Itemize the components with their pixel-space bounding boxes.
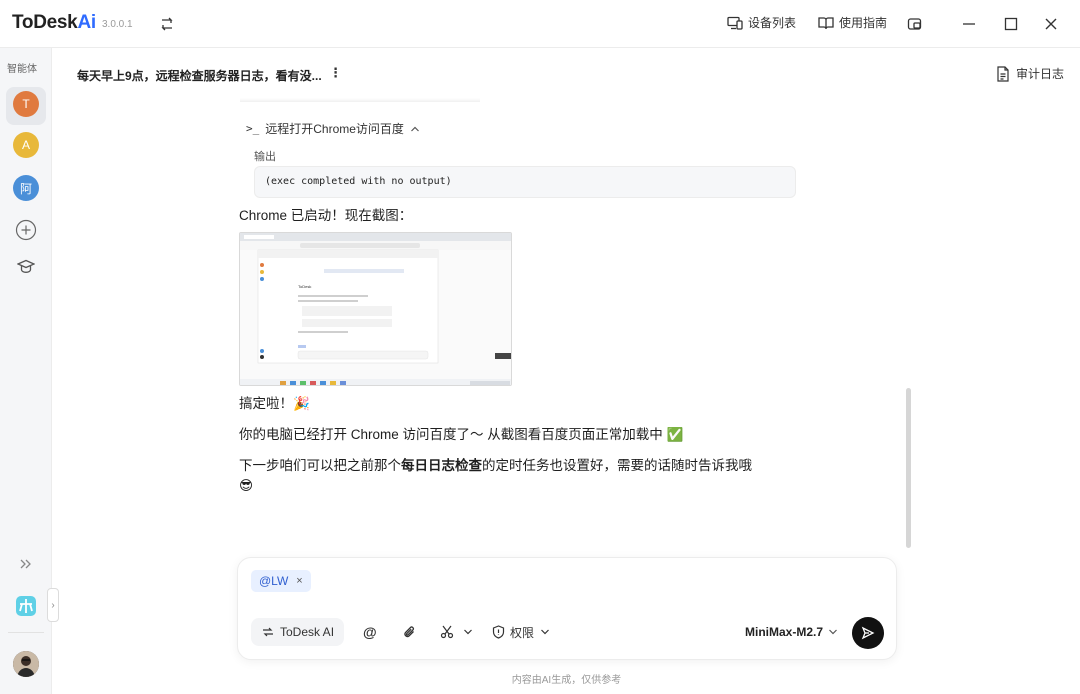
chevron-up-icon (411, 126, 419, 131)
output-text: (exec completed with no output) (265, 176, 452, 187)
chevron-down-icon (464, 629, 472, 635)
agents-section-label: 智能体 (7, 64, 37, 75)
app-version: 3.0.0.1 (102, 19, 133, 30)
plus-icon (15, 219, 37, 241)
user-guide-button[interactable]: 使用指南 (818, 14, 887, 31)
mention-chip[interactable]: @LW × (251, 570, 311, 592)
agent-avatar-a[interactable]: A (13, 132, 39, 158)
chevron-down-icon (541, 629, 549, 635)
expand-sidebar-icon[interactable] (13, 551, 39, 577)
maximize-icon[interactable] (999, 12, 1023, 36)
message-composer[interactable]: @LW × ToDesk AI @ 权限 MiniMax-M2.7 (237, 557, 897, 660)
agent-select-button[interactable]: ToDesk AI (251, 618, 345, 646)
sidebar: 智能体 T A 阿 (0, 48, 52, 694)
screenshot-thumbnail[interactable]: ToDesk (239, 232, 512, 386)
chat-header: 每天早上9点，远程检查服务器日志，看有没... ⋮ 审计日志 (52, 48, 1080, 98)
scissors-menu-button[interactable] (440, 622, 473, 642)
chat-scrollbar[interactable] (906, 388, 911, 548)
sidebar-divider (8, 632, 44, 633)
audit-log-button[interactable]: 审计日志 (996, 65, 1064, 82)
send-button[interactable] (852, 617, 884, 649)
learning-icon[interactable] (13, 254, 39, 280)
assistant-message-4: 下一步咱们可以把之前那个每日日志检查的定时任务也设置好，需要的话随时告诉我哦 😎 (239, 458, 752, 493)
more-options-icon[interactable]: ⋮ (329, 65, 342, 81)
pip-window-icon[interactable] (903, 12, 927, 36)
close-icon[interactable] (1039, 12, 1063, 36)
device-icon (727, 16, 743, 30)
command-toggle[interactable]: >_ 远程打开Chrome访问百度 (246, 120, 420, 137)
assistant-message-2: 搞定啦！🎉 (239, 396, 310, 411)
collapse-sidebar-handle[interactable]: › (47, 588, 59, 622)
app-launcher-icon[interactable] (13, 593, 39, 619)
minimize-icon[interactable] (957, 12, 981, 36)
refresh-chat-icon[interactable] (158, 15, 176, 33)
ai-disclaimer: 内容由AI生成，仅供参考 (511, 675, 622, 686)
switch-icon (263, 627, 273, 637)
scissors-icon (440, 625, 454, 639)
agent-avatar-t[interactable]: T (13, 91, 39, 117)
output-label: 输出 (254, 151, 276, 163)
title-bar: ToDeskAi 3.0.0.1 设备列表 使用指南 (0, 0, 1080, 48)
device-list-button[interactable]: 设备列表 (727, 14, 796, 31)
assistant-message-1: Chrome 已启动！现在截图： (239, 208, 413, 223)
attachment-icon[interactable] (403, 622, 417, 642)
book-icon (818, 16, 834, 29)
remove-mention-icon[interactable]: × (296, 575, 302, 587)
command-label: 远程打开Chrome访问百度 (265, 122, 404, 136)
mention-at-icon[interactable]: @ (363, 622, 377, 642)
terminal-icon: >_ (246, 122, 260, 135)
model-select[interactable]: MiniMax-M2.7 (745, 625, 838, 639)
screenshot-heading: ToDesk (298, 284, 311, 289)
output-box: (exec completed with no output) (254, 166, 796, 198)
agent-avatar-a-cn[interactable]: 阿 (13, 175, 39, 201)
assistant-message-3: 你的电脑已经打开 Chrome 访问百度了～ 从截图看百度页面正常加载中 ✅ (239, 427, 684, 442)
chat-title[interactable]: 每天早上9点，远程检查服务器日志，看有没... (77, 67, 322, 84)
chevron-down-icon (829, 629, 837, 635)
app-logo: ToDeskAi (12, 12, 96, 33)
send-icon (861, 626, 875, 640)
clipped-previous-content (240, 98, 480, 102)
document-icon (997, 65, 1009, 82)
add-agent-button[interactable] (13, 217, 39, 243)
permission-button[interactable]: 权限 (492, 622, 550, 642)
shield-icon (492, 625, 505, 639)
